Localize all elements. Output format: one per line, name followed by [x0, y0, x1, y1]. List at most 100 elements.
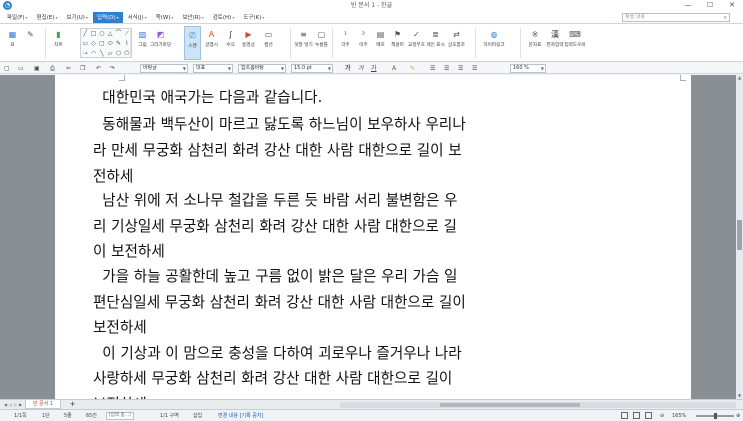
save-icon[interactable]: ▣ [34, 64, 40, 73]
shape-item[interactable]: ▱ [106, 49, 114, 59]
highlight-icon[interactable]: ✎ [410, 64, 415, 73]
shape-item[interactable]: ⬭ [106, 39, 114, 49]
menu-item[interactable]: 검토(H)▾ [209, 12, 239, 23]
shape-item[interactable]: ▭ [81, 39, 89, 49]
zoom-out-icon[interactable]: ⊖ [660, 412, 664, 420]
ribbon-button-bookmark[interactable]: ⚑ 책갈피 [389, 26, 406, 60]
redo-icon[interactable]: ↷ [110, 64, 115, 73]
document-line[interactable]: 라 만세 무궁화 삼천리 화려 강산 대한 사람 대한으로 길이 보 [93, 138, 462, 164]
ribbon-button-ref[interactable]: ⇄ 상호참조 [448, 26, 465, 60]
menu-item[interactable]: 파일(F)▾ [3, 12, 32, 23]
status-track-changes[interactable]: 변경 내용 [기록 중지] [218, 412, 263, 420]
font-size-input[interactable]: 15.0 pt ▼ [291, 64, 333, 73]
ribbon-button-endnote[interactable]: ² 미주 [355, 26, 372, 60]
document-line[interactable]: 보전하세 [93, 315, 147, 341]
ribbon-button-textbox[interactable]: Ａ 글맵시 [203, 26, 220, 60]
menu-item[interactable]: 쪽(W)▾ [152, 12, 178, 23]
undo-icon[interactable]: ↶ [96, 64, 101, 73]
document-line[interactable]: 가을 하늘 공활한데 높고 구름 없이 밝은 달은 우리 가슴 일 [93, 264, 457, 290]
document-line[interactable]: 사랑하세 무궁화 삼천리 화려 강산 대한 사람 대한으로 길이 [93, 366, 452, 392]
shapes-gallery[interactable]: ╱ □ ○ △ ⌒ ⟋ ▭ ◇ ▢ ⬭ ✎ ⌇ ➝ ◠ ╲ ▱ ⬡ ⬠ [80, 28, 132, 58]
copy-icon[interactable]: ❐ [80, 64, 85, 73]
document-line[interactable]: 이 기상과 이 맘으로 충성을 다하여 괴로우나 즐거우나 나라 [93, 341, 461, 367]
add-tab-button[interactable]: + [68, 400, 77, 409]
ribbon-button-formula[interactable]: ∫ 수식 [222, 26, 239, 60]
document-line[interactable]: 동해물과 백두산이 마르고 닳도록 하느님이 보우하사 우리나 [93, 112, 466, 138]
new-document-icon[interactable]: ▢ [4, 64, 10, 73]
bold-button[interactable]: 가 [345, 64, 351, 73]
menu-item[interactable]: 보안(R)▾ [179, 12, 208, 23]
ribbon-button-cross[interactable]: ✓ 교정부호 [408, 26, 425, 60]
shape-item[interactable]: ╲ [98, 49, 106, 59]
shape-item[interactable]: ○ [98, 29, 106, 39]
normal-view-icon[interactable] [621, 412, 628, 419]
last-tab-icon[interactable]: ▶ [18, 400, 23, 409]
shape-item[interactable]: ➝ [81, 49, 89, 59]
cut-icon[interactable]: ✂ [66, 64, 71, 73]
zoom-in-icon[interactable]: ⊕ [736, 412, 740, 420]
minimize-button[interactable]: — [677, 0, 699, 11]
document-line[interactable]: 리 기상일세 무궁화 삼천리 화려 강산 대한 사람 대한으로 길 [93, 214, 457, 240]
ribbon-button-media[interactable]: ▶ 동영상 [240, 26, 257, 60]
ribbon-button-hyperlink[interactable]: ◍ 하이퍼링크 [480, 26, 508, 60]
language-select[interactable]: 대표 ▼ [193, 64, 233, 73]
page-view-icon[interactable] [633, 412, 640, 419]
align-justify-icon[interactable]: ☰ [472, 64, 477, 73]
ribbon-button-scan[interactable]: ⎚ 스캔 [184, 26, 201, 60]
ribbon-button-index[interactable]: ≣ 색인 표시 [426, 26, 444, 60]
status-insert-mode[interactable]: 삽입 [193, 412, 202, 420]
shape-item[interactable]: ◇ [89, 39, 97, 49]
ribbon-button-edit[interactable]: ✎ [22, 26, 39, 60]
open-folder-icon[interactable]: ▭ [18, 64, 24, 73]
ribbon-button-footnote[interactable]: ¹ 각주 [337, 26, 354, 60]
italic-button[interactable]: 가 [358, 64, 364, 73]
app-logo-icon[interactable]: ◔ [3, 1, 12, 10]
ribbon-button-note[interactable]: ≡ 덧말 넣기 [294, 26, 312, 60]
ribbon-button-chart[interactable]: ▮ 차트 [50, 26, 67, 60]
shape-item[interactable]: ⌒ [114, 29, 122, 39]
search-icon[interactable]: ⌕ [724, 14, 727, 21]
horizontal-scroll-thumb[interactable] [440, 403, 580, 407]
align-left-icon[interactable]: ☰ [430, 64, 435, 73]
ribbon-button-drawing[interactable]: ◩ 그리기마당 [150, 26, 171, 60]
shape-item[interactable]: ◠ [89, 49, 97, 59]
ribbon-button-symbol[interactable]: ※ 문자표 [526, 26, 544, 60]
zoom-slider-knob[interactable] [714, 413, 717, 419]
document-line[interactable]: 남산 위에 저 소나무 철갑을 두른 듯 바람 서리 불변함은 우 [93, 188, 457, 214]
shape-item[interactable]: △ [106, 29, 114, 39]
menu-item[interactable]: 편집(E)▾ [33, 12, 62, 23]
shape-item[interactable]: □ [89, 29, 97, 39]
tab-document-1[interactable]: 빈 문서 1 [25, 400, 61, 409]
ribbon-button-inputtool[interactable]: ⌨ 입력도우미 [564, 26, 585, 60]
search-input[interactable]: 찾을 내용 ⌕ [622, 13, 730, 22]
shape-item[interactable]: ⬡ [114, 49, 122, 59]
web-view-icon[interactable] [645, 412, 652, 419]
ribbon-button-memo[interactable]: ▢ 누름틀 [313, 26, 330, 60]
shape-item[interactable]: ✎ [114, 39, 122, 49]
document-line[interactable]: 대한민국 애국가는 다음과 같습니다. [93, 85, 322, 111]
menu-item[interactable]: 보기(U)▾ [63, 12, 92, 23]
align-center-icon[interactable]: ☰ [444, 64, 449, 73]
underline-button[interactable]: 가 [371, 64, 377, 73]
ribbon-button-caption[interactable]: ▭ 캡션 [260, 26, 277, 60]
shape-item[interactable]: ╱ [81, 29, 89, 39]
status-zoom[interactable]: 165% [672, 412, 686, 420]
document-line[interactable]: 전하세 [93, 164, 133, 190]
font-select[interactable]: 함초롬바탕 ▼ [238, 64, 286, 73]
style-select[interactable]: 바탕글 ▼ [140, 64, 188, 73]
vertical-scroll-thumb[interactable] [737, 220, 742, 250]
vertical-scrollbar[interactable]: ▲ ▼ [736, 75, 743, 399]
font-color-icon[interactable]: A [392, 64, 396, 73]
ribbon-button-table[interactable]: ▦ 표 [4, 26, 21, 60]
ribbon-button-comment[interactable]: ▤ 메모 [372, 26, 389, 60]
shape-item[interactable]: ▢ [98, 39, 106, 49]
zoom-slider[interactable] [696, 413, 734, 419]
ribbon-button-picture[interactable]: ▨ 그림 [134, 26, 151, 60]
zoom-select[interactable]: 160 % ▼ [510, 64, 546, 73]
document-area[interactable]: 대한민국 애국가는 다음과 같습니다. 동해물과 백두산이 마르고 닳도록 하느… [0, 75, 736, 399]
menu-item[interactable]: 입력(D)▾ [92, 12, 123, 23]
horizontal-scrollbar[interactable] [340, 402, 736, 408]
document-line[interactable]: 편단심일세 무궁화 삼천리 화려 강산 대한 사람 대한으로 길이 [93, 290, 466, 316]
scroll-up-icon[interactable]: ▲ [736, 75, 743, 81]
maximize-button[interactable]: ☐ [699, 0, 721, 11]
